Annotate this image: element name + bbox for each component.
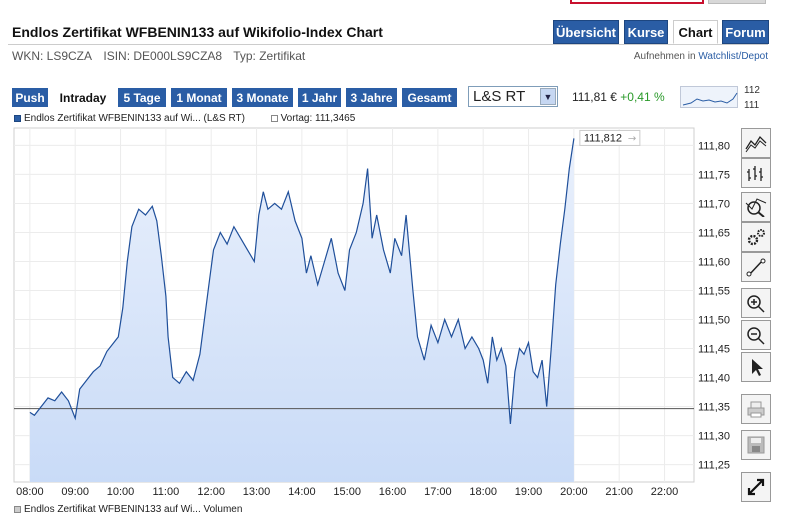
fullscreen-icon[interactable] <box>741 472 771 502</box>
volume-legend-swatch <box>14 505 21 513</box>
y-tick-label: 111,40 <box>698 373 730 385</box>
x-tick-label: 17:00 <box>424 486 452 498</box>
y-tick-label: 111,45 <box>698 344 730 356</box>
indicator-icon[interactable] <box>741 192 771 222</box>
draw-line-icon[interactable] <box>741 252 771 282</box>
y-tick-label: 111,50 <box>698 315 730 327</box>
x-tick-label: 08:00 <box>16 486 44 498</box>
settings-icon[interactable] <box>741 222 771 252</box>
x-tick-label: 16:00 <box>379 486 407 498</box>
y-tick-label: 111,80 <box>698 140 730 152</box>
y-tick-label: 111,35 <box>698 402 730 414</box>
last-value-arrow-icon: → <box>628 133 636 144</box>
print-icon[interactable] <box>741 394 771 424</box>
y-tick-label: 111,65 <box>698 227 730 239</box>
y-tick-label: 111,75 <box>698 169 730 181</box>
y-tick-label: 111,30 <box>698 431 730 443</box>
y-tick-label: 111,55 <box>698 285 730 297</box>
x-tick-label: 10:00 <box>107 486 135 498</box>
save-icon[interactable] <box>741 430 771 460</box>
zoom-out-icon[interactable] <box>741 320 771 350</box>
x-tick-label: 15:00 <box>333 486 361 498</box>
x-tick-label: 11:00 <box>153 486 180 498</box>
zoom-in-icon[interactable] <box>741 288 771 318</box>
x-tick-label: 13:00 <box>243 486 271 498</box>
x-tick-label: 22:00 <box>651 486 679 498</box>
x-tick-label: 20:00 <box>560 486 588 498</box>
y-tick-label: 111,60 <box>698 256 730 268</box>
x-tick-label: 21:00 <box>605 486 633 498</box>
x-tick-label: 19:00 <box>515 486 543 498</box>
last-value-label: 111,812 <box>584 132 622 144</box>
intraday-chart[interactable]: 08:00 09:00 10:00 11:00 12:00 13:00 14:00 15:00… <box>0 0 788 520</box>
volume-legend-label: Endlos Zertifikat WFBENIN133 auf Wi... V… <box>24 504 243 515</box>
volume-legend: Endlos Zertifikat WFBENIN133 auf Wi... V… <box>14 504 242 515</box>
ohlc-chart-icon[interactable] <box>741 158 771 188</box>
x-tick-label: 18:00 <box>469 486 497 498</box>
x-tick-label: 14:00 <box>288 486 316 498</box>
line-chart-icon[interactable] <box>741 128 771 158</box>
x-tick-label: 09:00 <box>61 486 89 498</box>
x-tick-label: 12:00 <box>197 486 225 498</box>
pointer-icon[interactable] <box>741 352 771 382</box>
y-tick-label: 111,25 <box>698 460 730 472</box>
y-tick-label: 111,70 <box>698 198 730 210</box>
